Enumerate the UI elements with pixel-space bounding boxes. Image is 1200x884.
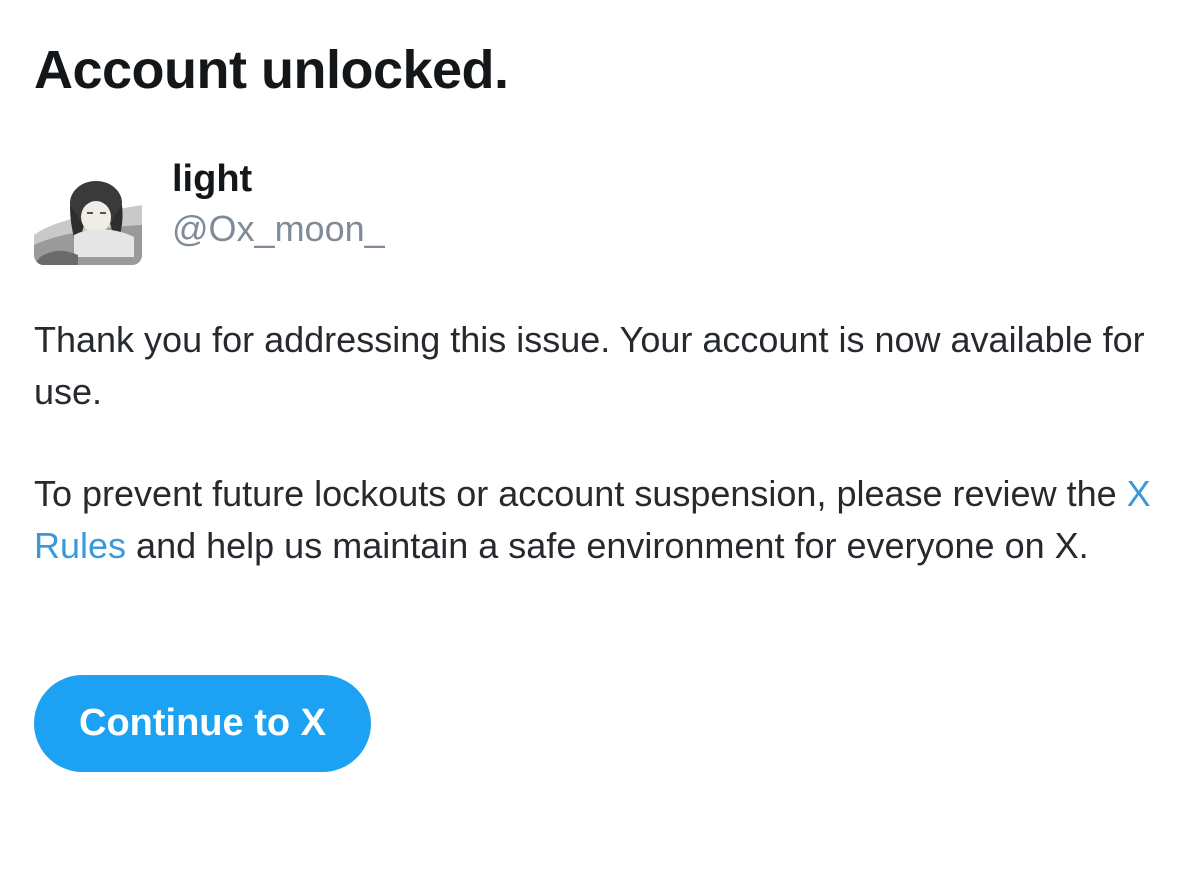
message-paragraph-2-end: and help us maintain a safe environment … [126,525,1089,566]
page-title: Account unlocked. [34,40,509,100]
user-name: light [172,158,253,200]
avatar-image-icon [34,165,142,265]
user-handle: @Ox_moon_ [172,208,385,249]
message-paragraph-1: Thank you for addressing this issue. You… [34,319,1145,412]
continue-button[interactable]: Continue to X [34,675,371,772]
message-paragraph-2-start: To prevent future lockouts or account su… [34,473,1127,514]
avatar [34,165,142,265]
message-paragraph-2: To prevent future lockouts or account su… [34,468,1174,572]
